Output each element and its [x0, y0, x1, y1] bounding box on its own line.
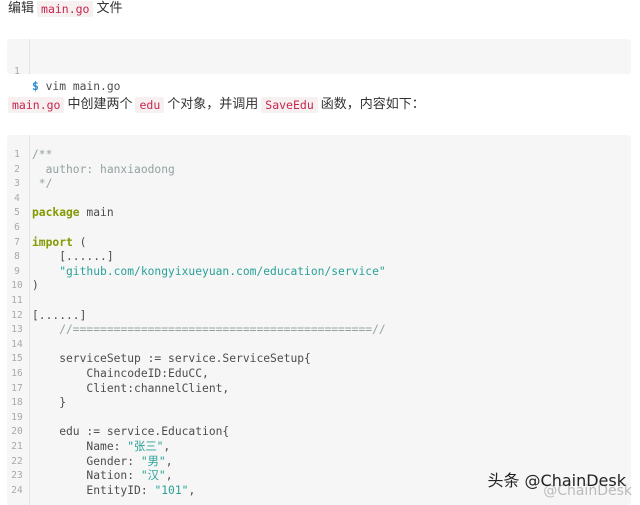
code-line: 13 //===================================… — [7, 322, 631, 337]
code-line: 16 ChaincodeID:EduCC, — [7, 366, 631, 381]
code-line: 12 [......] — [7, 308, 631, 323]
code-text: Gender: "男", — [32, 454, 173, 468]
code-text: //======================================… — [32, 323, 386, 337]
intro-text: 中创建两个 — [67, 97, 133, 112]
line-number: 6 — [14, 222, 20, 233]
code-text: } — [32, 396, 67, 410]
code-text: edu := service.Education{ — [32, 425, 230, 439]
code-text: EntityID: "101", — [32, 483, 196, 497]
code-text: import ( — [32, 235, 87, 249]
intro-text: 函数，内容如下： — [320, 97, 425, 112]
code-text: Nation: "汉", — [32, 469, 173, 483]
code-text: Name: "张三", — [32, 440, 171, 453]
inline-code-edu: edu — [135, 97, 165, 113]
code-text: author: hanxiaodong — [32, 162, 175, 176]
code-line: 10) — [7, 278, 631, 293]
code-line: 11 — [7, 293, 631, 308]
code-line: 1 /** — [7, 147, 631, 162]
inline-code-filename: main.go — [8, 97, 65, 113]
code-text: Client:channelClient, — [32, 381, 230, 395]
line-number: 9 — [14, 265, 20, 277]
line-number: 16 — [11, 368, 23, 379]
line-number: 1 — [14, 66, 20, 77]
code-text: ChaincodeID:EduCC, — [32, 367, 209, 380]
line-number: 22 — [11, 455, 23, 467]
watermark: 头条 @ChainDesk — [487, 471, 626, 490]
code-text: package main — [32, 206, 114, 220]
code-text: [......] — [32, 250, 114, 264]
code-text: ) — [32, 279, 39, 293]
code-line: 6 — [7, 220, 631, 235]
code-text: serviceSetup := service.ServiceSetup{ — [32, 352, 311, 366]
code-text: */ — [32, 177, 53, 191]
intro-suffix: 文件 — [96, 1, 123, 16]
line-number: 13 — [11, 324, 23, 336]
code-line: 7 import ( — [7, 235, 631, 250]
shell-code-block: 1 $ vim main.go — [7, 39, 631, 93]
intro-paragraph-2: main.go 中创建两个 edu 个对象，并调用 SaveEdu 函数，内容如下： — [8, 96, 425, 115]
code-line: 20 edu := service.Education{ — [7, 424, 631, 439]
intro-paragraph-1: 编辑 main.go 文件 — [8, 0, 123, 19]
code-line: 15 serviceSetup := service.ServiceSetup{ — [7, 351, 631, 366]
inline-code-saveedu: SaveEdu — [261, 97, 318, 113]
code-line: 4 — [7, 191, 631, 206]
code-line: 17 Client:channelClient, — [7, 381, 631, 396]
code-text: /** — [32, 148, 53, 161]
go-code-block: 1/** 2 author: hanxiaodong 3 */4 5 package m… — [7, 135, 631, 505]
line-number: 19 — [11, 411, 23, 423]
shell-command: vim main.go — [38, 80, 121, 93]
line-number: 7 — [14, 236, 20, 248]
code-line: 19 — [7, 410, 631, 425]
code-line: 9 "github.com/kongyixueyuan.com/educatio… — [7, 264, 631, 279]
line-number: 3 — [14, 178, 20, 190]
intro-text: 编辑 — [8, 1, 35, 16]
line-number: 18 — [11, 397, 23, 409]
line-number: 10 — [11, 280, 23, 292]
code-line: 18 } — [7, 395, 631, 410]
code-line: 14 — [7, 337, 631, 352]
line-number: 5 — [14, 207, 20, 219]
intro-text: 个对象，并调用 — [167, 97, 259, 112]
line-number: 17 — [11, 382, 23, 394]
code-line: 1 $ vim main.go — [7, 49, 631, 93]
line-number: 21 — [11, 441, 23, 452]
line-number: 12 — [11, 309, 23, 321]
code-line: 2 author: hanxiaodong — [7, 162, 631, 177]
code-line: 5 package main — [7, 205, 631, 220]
shell-prompt: $ — [32, 80, 39, 93]
code-text: "github.com/kongyixueyuan.com/education/… — [32, 264, 386, 278]
line-number: 24 — [11, 484, 23, 496]
code-line: 3 */ — [7, 176, 631, 191]
line-number: 23 — [11, 470, 23, 482]
line-number: 4 — [14, 192, 20, 204]
line-number: 2 — [14, 163, 20, 175]
line-number: 15 — [11, 353, 23, 365]
line-number: 11 — [11, 295, 23, 306]
code-line: 8 [......] — [7, 249, 631, 264]
code-line: 21 Name: "张三", — [7, 439, 631, 454]
line-number: 14 — [11, 338, 23, 350]
line-number: 1 — [14, 149, 20, 160]
code-text: [......] — [32, 308, 87, 322]
line-number: 8 — [14, 251, 20, 263]
inline-code-filename: main.go — [37, 1, 94, 17]
line-number: 20 — [11, 426, 23, 438]
